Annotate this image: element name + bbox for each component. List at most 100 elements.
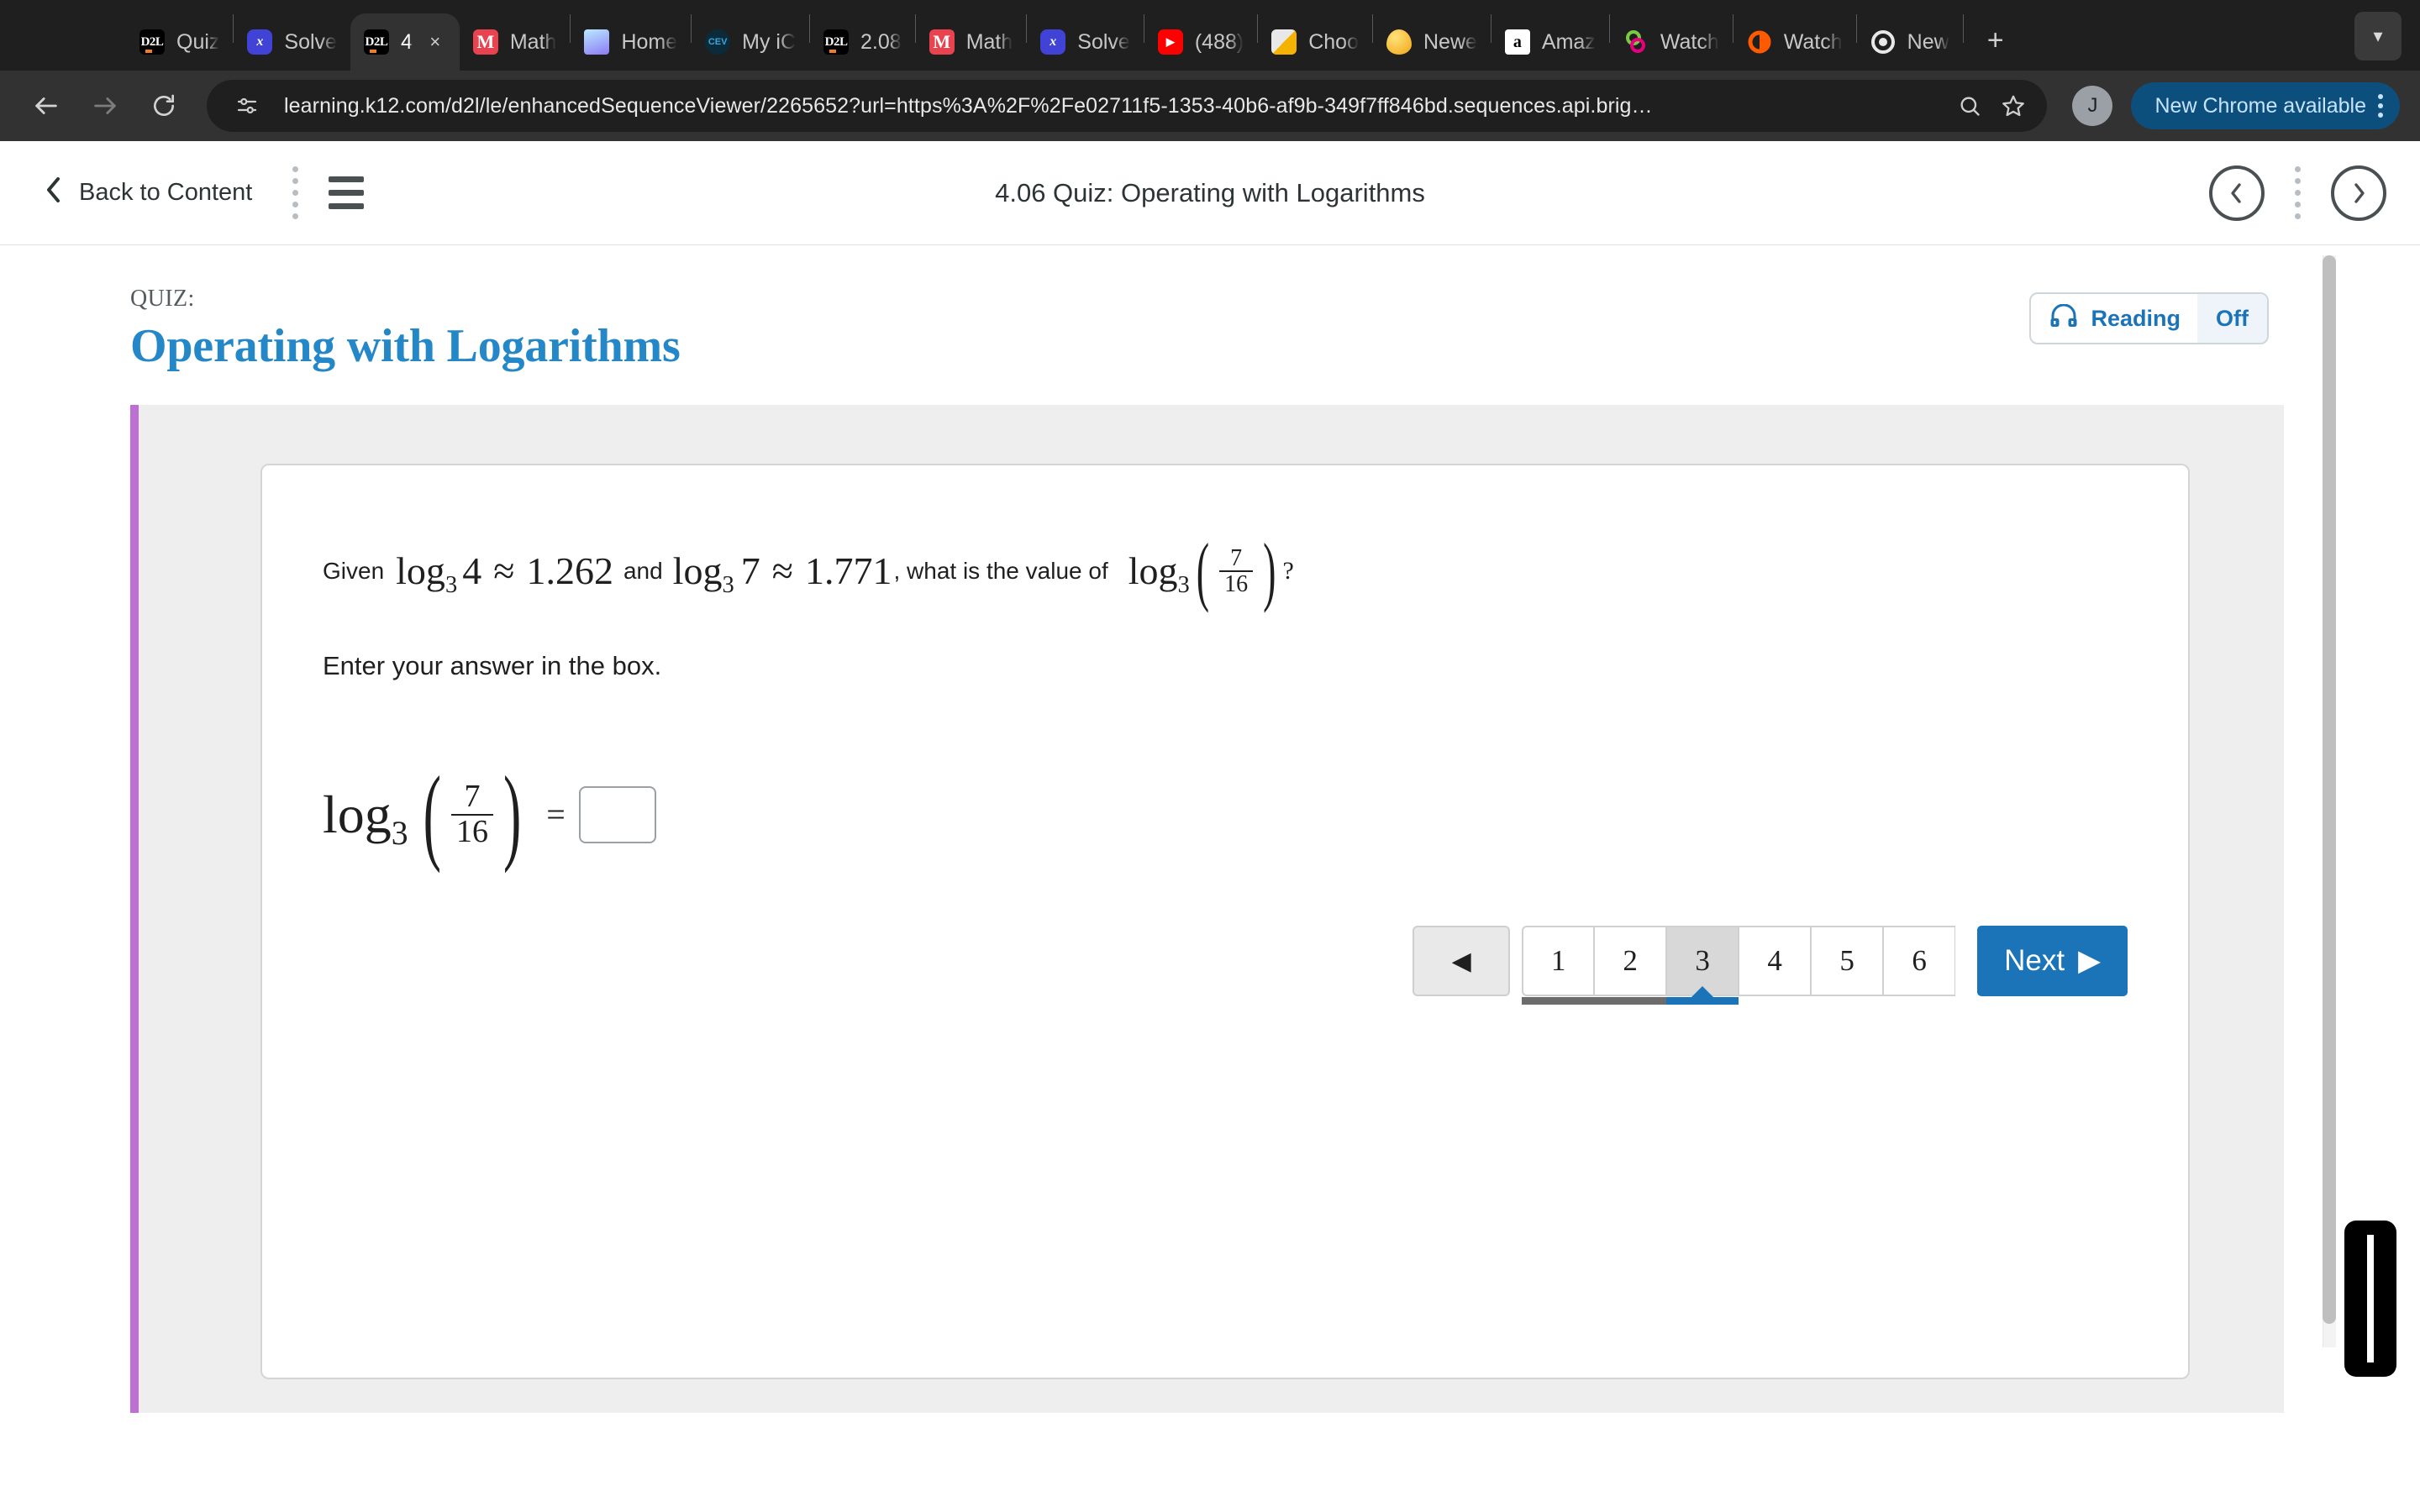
browser-tab-7[interactable]: M Math xyxy=(916,13,1027,71)
browser-tab-label: Solve xyxy=(284,29,337,54)
browser-tab-0[interactable]: D2L Quiz xyxy=(126,13,233,71)
back-to-content-label: Back to Content xyxy=(79,179,253,206)
home-icon xyxy=(584,29,610,55)
tab-strip: D2L Quiz x Solve D2L 4 × M Math Home CEV… xyxy=(0,0,2420,71)
next-button-label: Next xyxy=(2004,944,2065,977)
browser-tab-label: Solve xyxy=(1077,29,1130,54)
log-a-arg: 4 xyxy=(462,549,482,593)
app-header: Back to Content 4.06 Quiz: Operating wit… xyxy=(0,141,2420,245)
vertical-dots-icon[interactable] xyxy=(2295,166,2301,219)
value-b: 1.771 xyxy=(804,549,892,593)
new-tab-button[interactable]: + xyxy=(1972,17,2019,64)
quiz-content-panel: Given log3 4 ≈ 1.262 and log3 7 ≈ 1.771 , … xyxy=(130,405,2284,1413)
browser-tab-14[interactable]: Watch xyxy=(1733,13,1856,71)
chevron-left-icon xyxy=(44,176,64,211)
chevron-down-icon[interactable]: ▾ xyxy=(2354,12,2402,60)
page-number-1[interactable]: 1 xyxy=(1522,926,1595,996)
forward-button[interactable] xyxy=(79,80,131,132)
page-scrollbar-thumb[interactable] xyxy=(2323,255,2336,1324)
kebab-menu-icon[interactable] xyxy=(2378,94,2383,118)
app-header-right xyxy=(2209,165,2386,221)
drag-handle-icon xyxy=(2360,1235,2381,1362)
page-number-5[interactable]: 5 xyxy=(1811,926,1884,996)
reading-toggle-left[interactable]: Reading xyxy=(2031,294,2198,343)
chrome-update-button[interactable]: New Chrome available xyxy=(2131,82,2400,129)
browser-tab-label: Math xyxy=(965,29,1013,54)
page-number-2[interactable]: 2 xyxy=(1594,926,1667,996)
fraction-numerator: 7 xyxy=(1230,545,1243,571)
right-paren: ) xyxy=(1263,528,1276,614)
log-expression-a: log3 4 xyxy=(396,549,482,599)
mathway-icon: M xyxy=(929,29,955,55)
page-number-6[interactable]: 6 xyxy=(1883,926,1956,996)
reload-button[interactable] xyxy=(138,80,190,132)
browser-tab-label: New xyxy=(1907,29,1949,54)
triangle-right-icon: ▶ xyxy=(2078,944,2101,977)
question-card: Given log3 4 ≈ 1.262 and log3 7 ≈ 1.771 , … xyxy=(260,464,2190,1379)
reading-toggle[interactable]: Reading Off xyxy=(2028,292,2269,344)
browser-tab-label: Amaz xyxy=(1541,29,1596,54)
avatar[interactable]: J xyxy=(2072,86,2113,126)
answer-right-paren: ) xyxy=(502,753,522,874)
browser-tab-9[interactable]: ▶ (488) xyxy=(1144,13,1257,71)
log-b-base: 3 xyxy=(722,572,734,599)
browser-tab-12[interactable]: a Amaz xyxy=(1491,13,1609,71)
zoom-icon[interactable] xyxy=(1948,94,1991,118)
page-number-4[interactable]: 4 xyxy=(1739,926,1812,996)
reading-label: Reading xyxy=(2091,305,2181,331)
browser-tab-label: Newe xyxy=(1423,29,1477,54)
browser-tab-8[interactable]: x Solve xyxy=(1027,13,1144,71)
symbolab-icon: x xyxy=(247,29,273,55)
browser-tab-10[interactable]: Choo xyxy=(1258,13,1372,71)
browser-tab-label: 2.08 xyxy=(860,29,902,54)
vertical-dots-icon[interactable] xyxy=(292,166,299,219)
answer-input[interactable] xyxy=(578,785,656,843)
progress-segment-done xyxy=(1522,997,1667,1005)
target-log-base: 3 xyxy=(1177,572,1190,599)
close-icon[interactable]: × xyxy=(424,33,446,51)
back-to-content-button[interactable]: Back to Content xyxy=(34,169,262,218)
url-text: learning.k12.com/d2l/le/enhancedSequence… xyxy=(284,93,1653,118)
browser-tab-1[interactable]: x Solve xyxy=(234,13,350,71)
answer-fraction: 7 16 xyxy=(450,780,493,849)
reading-state[interactable]: Off xyxy=(2197,294,2267,343)
floating-drag-handle[interactable] xyxy=(2344,1221,2396,1377)
browser-tab-4[interactable]: Home xyxy=(571,13,691,71)
back-button[interactable] xyxy=(20,80,72,132)
target-log-expression: log3 xyxy=(1128,549,1190,599)
browser-tab-label: Quiz xyxy=(176,29,220,54)
browser-tab-13[interactable]: Watch xyxy=(1610,13,1733,71)
and-word: and xyxy=(623,558,663,585)
browser-tab-15[interactable]: New xyxy=(1857,13,1963,71)
circle-chevron-left-icon[interactable] xyxy=(2209,165,2265,221)
progress-segment-current xyxy=(1666,997,1739,1005)
tab-separator xyxy=(1962,14,1964,43)
d2l-icon: D2L xyxy=(139,29,165,55)
value-a: 1.262 xyxy=(526,549,613,593)
next-button[interactable]: Next ▶ xyxy=(1977,926,2128,996)
browser-tab-label: My iC xyxy=(742,29,797,54)
quiz-header: QUIZ: Operating with Logarithms Reading … xyxy=(0,245,2420,373)
browser-tab-label: (488) xyxy=(1194,29,1244,54)
approx-symbol-a: ≈ xyxy=(493,549,515,593)
browser-tab-label: Watch xyxy=(1660,29,1719,54)
tune-icon[interactable] xyxy=(225,93,269,118)
mathway-icon: M xyxy=(472,29,498,55)
browser-tab-6[interactable]: D2L 2.08 xyxy=(810,13,915,71)
d2l-icon: D2L xyxy=(363,29,389,55)
box-icon xyxy=(1271,29,1297,55)
browser-tab-11[interactable]: Newe xyxy=(1373,13,1491,71)
answer-fraction-denominator: 16 xyxy=(450,813,493,849)
star-icon[interactable] xyxy=(1991,93,2035,118)
prev-question-button[interactable]: ◀ xyxy=(1413,926,1511,996)
browser-tab-2-active[interactable]: D2L 4 × xyxy=(350,13,460,71)
browser-tab-3[interactable]: M Math xyxy=(460,13,571,71)
browser-tab-5[interactable]: CEV My iC xyxy=(692,13,809,71)
answer-log-base: 3 xyxy=(391,814,408,852)
address-bar[interactable]: learning.k12.com/d2l/le/enhancedSequence… xyxy=(207,80,2048,132)
browser-window: D2L Quiz x Solve D2L 4 × M Math Home CEV… xyxy=(0,0,2420,1512)
page-body: QUIZ: Operating with Logarithms Reading … xyxy=(0,245,2420,1511)
hamburger-icon[interactable] xyxy=(324,171,369,214)
tab-strip-right: ▾ xyxy=(2354,12,2420,71)
circle-chevron-right-icon[interactable] xyxy=(2331,165,2386,221)
